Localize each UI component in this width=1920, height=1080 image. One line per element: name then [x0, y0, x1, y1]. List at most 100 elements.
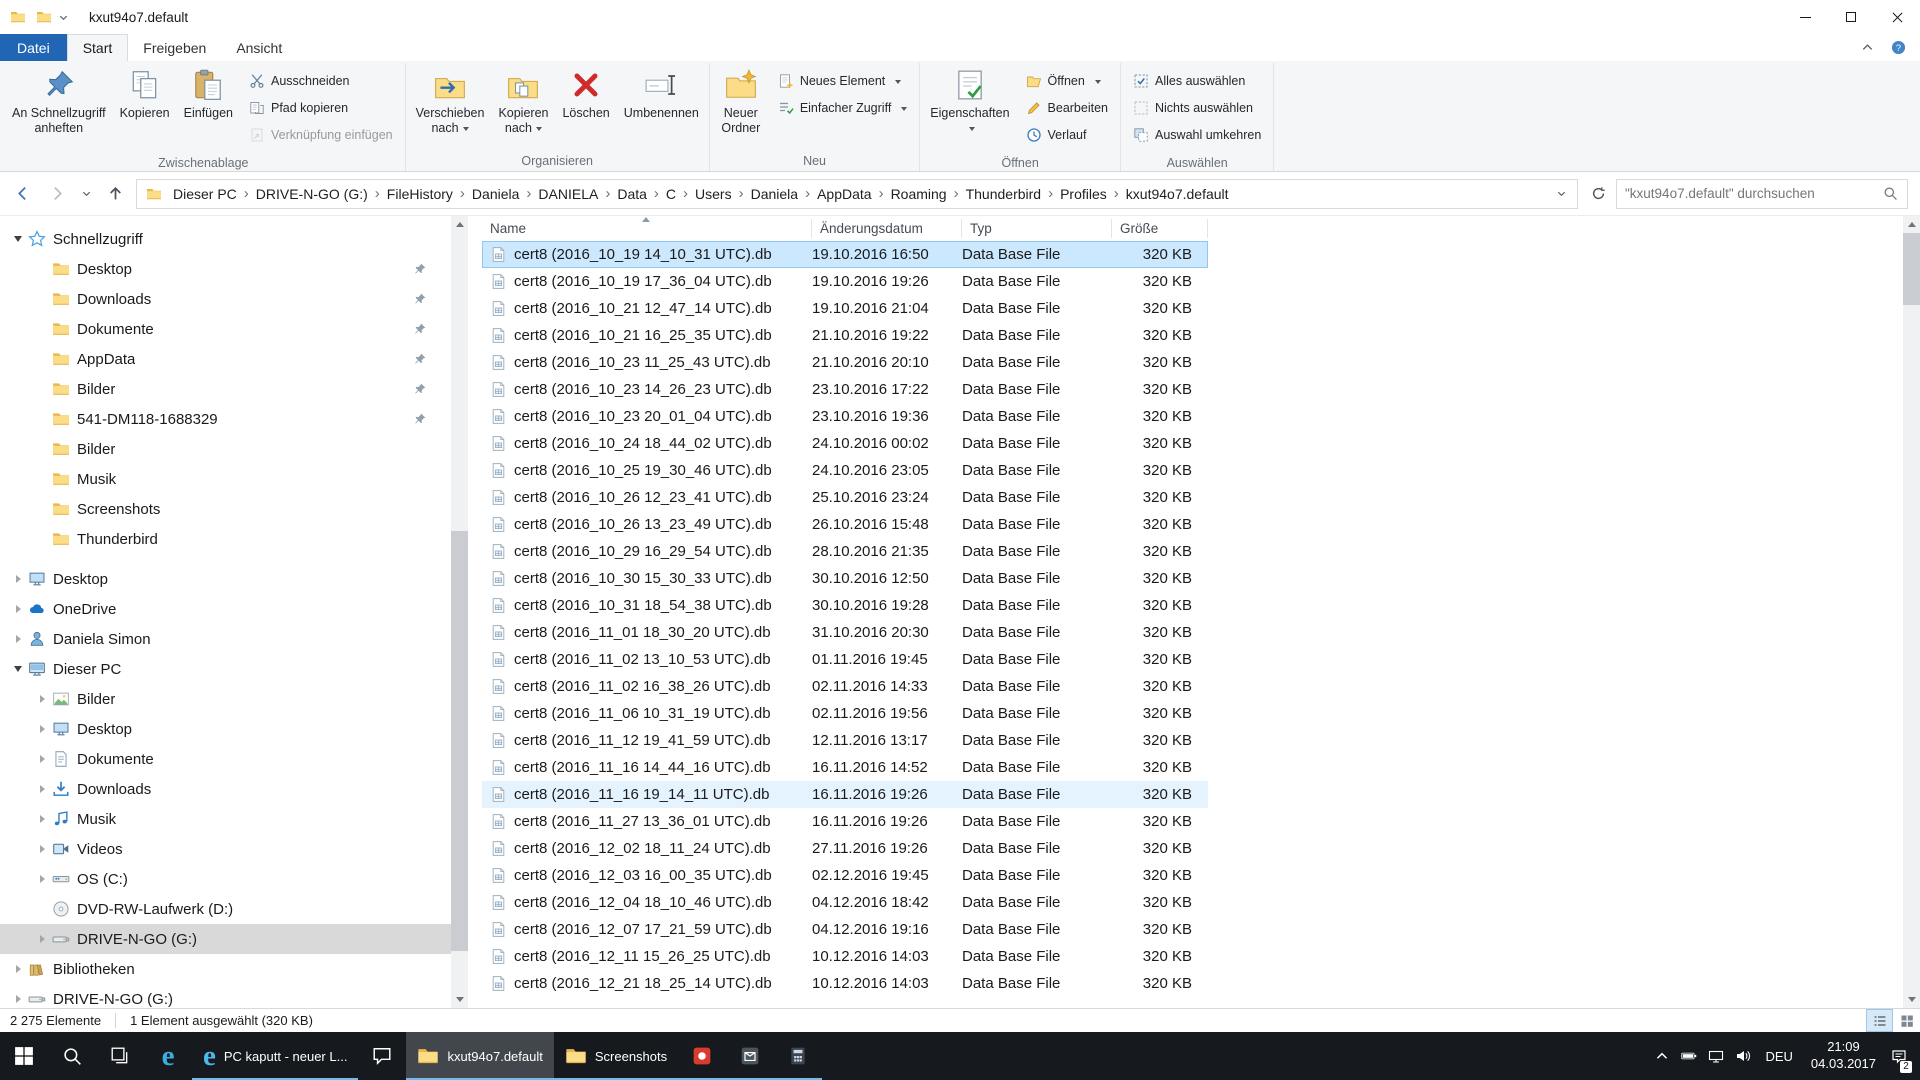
- ribbon-button-verschieben-nach[interactable]: Verschiebennach: [409, 63, 492, 151]
- sidebar-item-screenshots[interactable]: Screenshots: [0, 494, 451, 524]
- file-row[interactable]: cert8 (2016_10_23 20_01_04 UTC).db23.10.…: [482, 403, 1208, 430]
- breadcrumb-chevron-icon[interactable]: ›: [738, 186, 745, 201]
- file-row[interactable]: cert8 (2016_10_21 16_25_35 UTC).db21.10.…: [482, 322, 1208, 349]
- forward-button[interactable]: [41, 179, 73, 209]
- file-row[interactable]: cert8 (2016_12_07 17_21_59 UTC).db04.12.…: [482, 916, 1208, 943]
- search-input[interactable]: [1617, 186, 1874, 201]
- help-icon[interactable]: ?: [1891, 40, 1906, 55]
- sidebar-item-bilder[interactable]: Bilder: [0, 684, 451, 714]
- file-row[interactable]: cert8 (2016_10_23 14_26_23 UTC).db23.10.…: [482, 376, 1208, 403]
- back-button[interactable]: [6, 179, 38, 209]
- hidden-icons-chevron-icon[interactable]: [1648, 1032, 1675, 1080]
- ribbon-button-eigenschaften[interactable]: Eigenschaften: [923, 63, 1016, 151]
- breadcrumb-item-daniela[interactable]: DANIELA: [532, 186, 604, 202]
- column-header-typ[interactable]: Typ: [962, 216, 1112, 241]
- scroll-up-arrow-icon[interactable]: [451, 216, 468, 233]
- taskbar-pc-kaputt-neuer-l-button[interactable]: ePC kaputt - neuer L...: [192, 1032, 358, 1080]
- expander-right-icon[interactable]: [32, 864, 52, 894]
- column-header-name[interactable]: Name: [482, 216, 812, 241]
- expander-right-icon[interactable]: [32, 804, 52, 834]
- breadcrumb-chevron-icon[interactable]: ›: [243, 186, 250, 201]
- ribbon-button-neues-element[interactable]: Neues Element: [771, 69, 914, 93]
- expander-right-icon[interactable]: [32, 684, 52, 714]
- sidebar-item-541-dm118-1688329[interactable]: 541-DM118-1688329: [0, 404, 451, 434]
- sidebar-item-onedrive[interactable]: OneDrive: [0, 594, 451, 624]
- recent-locations-button[interactable]: [76, 179, 96, 209]
- file-row[interactable]: cert8 (2016_11_16 19_14_11 UTC).db16.11.…: [482, 781, 1208, 808]
- breadcrumb-chevron-icon[interactable]: ›: [1047, 186, 1054, 201]
- sidebar-item-dokumente[interactable]: Dokumente: [0, 744, 451, 774]
- breadcrumb-chevron-icon[interactable]: ›: [525, 186, 532, 201]
- sidebar-item-thunderbird[interactable]: Thunderbird: [0, 524, 451, 554]
- details-view-button[interactable]: [1866, 1009, 1893, 1032]
- breadcrumb-item-filehistory[interactable]: FileHistory: [381, 186, 459, 202]
- expander-down-icon[interactable]: [8, 224, 28, 254]
- file-row[interactable]: cert8 (2016_12_04 18_10_46 UTC).db04.12.…: [482, 889, 1208, 916]
- ribbon-button-loeschen[interactable]: Löschen: [555, 63, 616, 151]
- file-row[interactable]: cert8 (2016_11_02 13_10_53 UTC).db01.11.…: [482, 646, 1208, 673]
- sidebar-item-desktop[interactable]: Desktop: [0, 564, 451, 594]
- edge-button[interactable]: e: [144, 1032, 192, 1080]
- keyboard-language[interactable]: DEU: [1756, 1049, 1801, 1064]
- expander-right-icon[interactable]: [32, 714, 52, 744]
- breadcrumb-chevron-icon[interactable]: ›: [604, 186, 611, 201]
- refresh-button[interactable]: [1583, 179, 1613, 209]
- sidebar-item-videos[interactable]: Videos: [0, 834, 451, 864]
- scroll-down-arrow-icon[interactable]: [1903, 991, 1920, 1008]
- file-row[interactable]: cert8 (2016_11_27 13_36_01 UTC).db16.11.…: [482, 808, 1208, 835]
- column-header-aenderungsdatum[interactable]: Änderungsdatum: [812, 216, 962, 241]
- breadcrumb-item-daniela[interactable]: Daniela: [745, 186, 804, 202]
- action-center-button[interactable]: 2: [1885, 1032, 1912, 1080]
- sidebar-item-bilder[interactable]: Bilder: [0, 374, 451, 404]
- breadcrumb-chevron-icon[interactable]: ›: [653, 186, 660, 201]
- file-row[interactable]: cert8 (2016_11_12 19_41_59 UTC).db12.11.…: [482, 727, 1208, 754]
- ribbon-button-pfad-kopieren[interactable]: Pfad kopieren: [242, 96, 400, 120]
- breadcrumb-item-appdata[interactable]: AppData: [811, 186, 877, 202]
- breadcrumb-chevron-icon[interactable]: ›: [374, 186, 381, 201]
- taskbar-calc-button[interactable]: [774, 1032, 822, 1080]
- taskbar-screenshots-button[interactable]: Screenshots: [554, 1032, 678, 1080]
- sidebar-item-dokumente[interactable]: Dokumente: [0, 314, 451, 344]
- ribbon-button-kopieren[interactable]: Kopieren: [113, 63, 177, 151]
- expander-right-icon[interactable]: [32, 774, 52, 804]
- sidebar-item-musik[interactable]: Musik: [0, 804, 451, 834]
- file-row[interactable]: cert8 (2016_10_25 19_30_46 UTC).db24.10.…: [482, 457, 1208, 484]
- breadcrumb-item-roaming[interactable]: Roaming: [885, 186, 953, 202]
- main-scrollbar[interactable]: [1903, 216, 1920, 1008]
- file-row[interactable]: cert8 (2016_12_03 16_00_35 UTC).db02.12.…: [482, 862, 1208, 889]
- ribbon-button-oeffnen[interactable]: Öffnen: [1019, 69, 1115, 93]
- sidebar-item-os-c[interactable]: OS (C:): [0, 864, 451, 894]
- scroll-down-arrow-icon[interactable]: [451, 991, 468, 1008]
- breadcrumb-chevron-icon[interactable]: ›: [1113, 186, 1120, 201]
- ribbon-button-an-schnellzugriff-anheften[interactable]: An Schnellzugriffanheften: [5, 63, 113, 151]
- ribbon-button-kopieren-nach[interactable]: Kopierennach: [491, 63, 555, 151]
- file-row[interactable]: cert8 (2016_11_16 14_44_16 UTC).db16.11.…: [482, 754, 1208, 781]
- expander-down-icon[interactable]: [8, 654, 28, 684]
- breadcrumb-item-dieser-pc[interactable]: Dieser PC: [167, 186, 243, 202]
- breadcrumb-item-users[interactable]: Users: [689, 186, 738, 202]
- breadcrumb-chevron-icon[interactable]: ›: [953, 186, 960, 201]
- sidebar-item-musik[interactable]: Musik: [0, 464, 451, 494]
- expander-right-icon[interactable]: [8, 954, 28, 984]
- task-view-button[interactable]: [96, 1032, 144, 1080]
- qat-customize-caret-icon[interactable]: [58, 12, 69, 23]
- column-header-groesse[interactable]: Größe: [1112, 216, 1208, 241]
- taskbar-clock[interactable]: 21:09 04.03.2017: [1802, 1039, 1885, 1073]
- file-row[interactable]: cert8 (2016_12_02 18_11_24 UTC).db27.11.…: [482, 835, 1208, 862]
- sidebar-item-bibliotheken[interactable]: Bibliotheken: [0, 954, 451, 984]
- scrollbar-thumb[interactable]: [451, 531, 468, 951]
- file-row[interactable]: cert8 (2016_10_31 18_54_38 UTC).db30.10.…: [482, 592, 1208, 619]
- breadcrumb-item-kxut94o7-default[interactable]: kxut94o7.default: [1120, 186, 1235, 202]
- messaging-button[interactable]: [358, 1032, 406, 1080]
- file-row[interactable]: cert8 (2016_10_29 16_29_54 UTC).db28.10.…: [482, 538, 1208, 565]
- sidebar-item-appdata[interactable]: AppData: [0, 344, 451, 374]
- ribbon-button-auswahl-umkehren[interactable]: Auswahl umkehren: [1126, 123, 1268, 147]
- tab-ansicht[interactable]: Ansicht: [221, 34, 297, 61]
- file-row[interactable]: cert8 (2016_12_11 15_26_25 UTC).db10.12.…: [482, 943, 1208, 970]
- breadcrumb-item-thunderbird[interactable]: Thunderbird: [960, 186, 1048, 202]
- file-row[interactable]: cert8 (2016_10_23 11_25_43 UTC).db21.10.…: [482, 349, 1208, 376]
- expander-right-icon[interactable]: [32, 834, 52, 864]
- breadcrumb-item-c[interactable]: C: [660, 186, 682, 202]
- sidebar-item-dvd-rw-laufwerk-d[interactable]: DVD-RW-Laufwerk (D:): [0, 894, 451, 924]
- file-row[interactable]: cert8 (2016_11_06 10_31_19 UTC).db02.11.…: [482, 700, 1208, 727]
